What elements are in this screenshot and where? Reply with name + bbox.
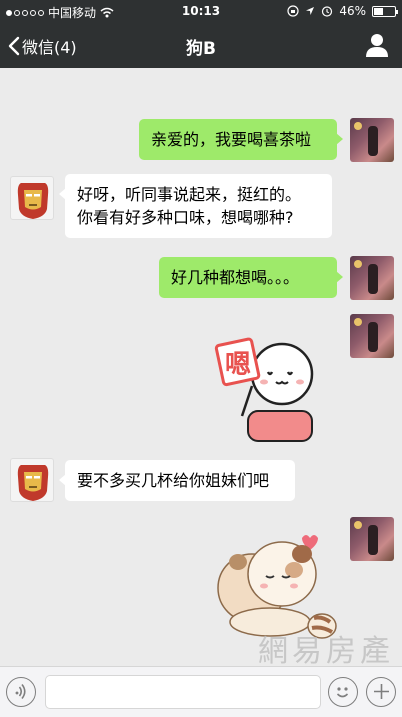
battery-percent: 46%	[339, 4, 366, 18]
plus-icon	[373, 684, 389, 699]
back-button[interactable]: 微信(4)	[8, 34, 77, 58]
hugging-bears-sticker-icon	[217, 535, 337, 639]
back-label: 微信(4)	[22, 38, 77, 57]
ironman-avatar-icon	[17, 183, 49, 219]
rotation-lock-icon	[287, 5, 299, 17]
alarm-icon	[322, 6, 333, 17]
battery-icon	[372, 5, 398, 17]
input-bar	[0, 666, 402, 717]
status-bar: 中国移动 10:13 46%	[0, 0, 402, 22]
my-avatar[interactable]	[350, 256, 394, 300]
contact-avatar[interactable]	[10, 176, 54, 220]
location-icon	[306, 7, 315, 15]
message-bubble-theirs[interactable]: 好呀，听同事说起来，挺红的。 你看有好多种口味，想喝哪种?	[59, 174, 332, 238]
my-avatar[interactable]	[350, 517, 394, 561]
message-bubble-theirs[interactable]: 要不多买几杯给你姐妹们吧	[59, 460, 295, 501]
person-icon[interactable]	[364, 32, 390, 58]
nav-bar: 微信(4) 狗B	[0, 22, 402, 68]
message-input[interactable]	[45, 675, 321, 709]
contact-avatar[interactable]	[10, 458, 54, 502]
emoji-icon	[336, 687, 349, 698]
message-text: 要不多买几杯给你姐妹们吧	[77, 471, 270, 490]
sticker-message[interactable]	[210, 526, 340, 642]
my-avatar[interactable]	[350, 314, 394, 358]
ironman-avatar-icon	[17, 465, 49, 501]
voice-icon	[15, 684, 26, 699]
chevron-left-icon	[8, 36, 20, 56]
chat-area[interactable]: 亲爱的，我要喝喜茶啦 好呀，听同事说起来，挺红的。 你看有好多种口味，想喝哪种?…	[0, 68, 402, 666]
message-text-line-2: 你看有好多种口味，想喝哪种?	[77, 208, 294, 227]
emoji-button[interactable]	[328, 677, 358, 707]
my-avatar[interactable]	[350, 118, 394, 162]
message-text: 好几种都想喝。。。	[171, 268, 300, 287]
message-text-line-1: 好呀，听同事说起来，挺红的。	[77, 185, 302, 204]
plus-button[interactable]	[366, 677, 396, 707]
sticker-text: 嗯	[225, 350, 251, 380]
waving-person-sticker-icon: 嗯	[214, 337, 314, 442]
message-bubble-mine[interactable]: 亲爱的，我要喝喜茶啦	[139, 119, 343, 160]
voice-button[interactable]	[6, 677, 36, 707]
message-bubble-mine[interactable]: 好几种都想喝。。。	[159, 257, 343, 298]
message-text: 亲爱的，我要喝喜茶啦	[151, 130, 312, 149]
status-right-group: 46%	[287, 4, 398, 18]
sticker-message[interactable]: 嗯	[212, 326, 338, 442]
